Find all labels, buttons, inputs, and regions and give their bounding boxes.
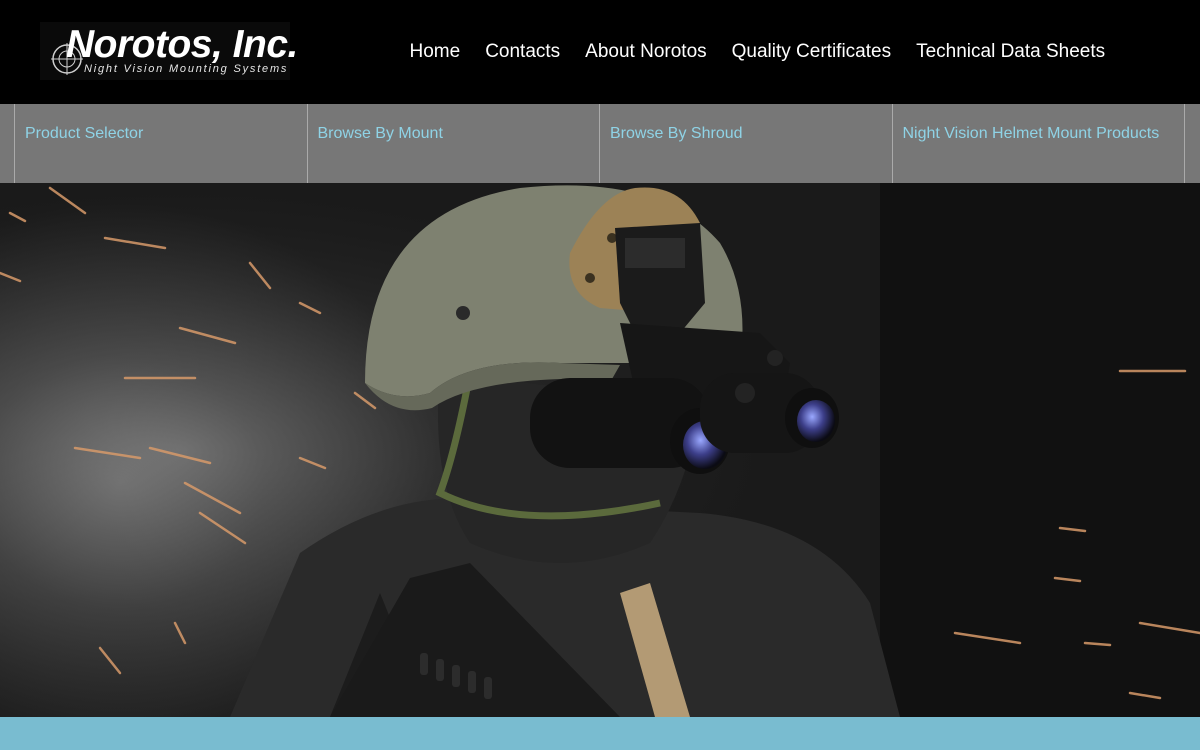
nav-quality-certificates[interactable]: Quality Certificates [719, 41, 903, 63]
category-browse-by-shroud[interactable]: Browse By Shroud [600, 104, 893, 183]
nav-home[interactable]: Home [397, 41, 473, 63]
category-helmet-mount-products[interactable]: Night Vision Helmet Mount Products [893, 104, 1185, 183]
nav-technical-data-sheets[interactable]: Technical Data Sheets [904, 41, 1118, 63]
category-product-selector[interactable]: Product Selector [15, 104, 308, 183]
category-bar-edge [1185, 104, 1200, 183]
footer-band [0, 717, 1200, 750]
category-bar-edge [0, 104, 15, 183]
brand-tagline: Night Vision Mounting Systems [84, 63, 289, 75]
hero-banner [0, 183, 1200, 717]
nav-about-norotos[interactable]: About Norotos [573, 41, 719, 63]
soldier-with-night-vision-goggles-image [0, 183, 1200, 717]
brand-name: Norotos, Inc. [66, 23, 298, 66]
norotos-logo[interactable]: Norotos, Inc. Night Vision Mounting Syst… [40, 22, 298, 80]
category-label[interactable]: Browse By Shroud [610, 124, 882, 143]
category-label[interactable]: Night Vision Helmet Mount Products [903, 124, 1175, 143]
main-navigation: Home Contacts About Norotos Quality Cert… [397, 0, 1118, 104]
site-header: Norotos, Inc. Night Vision Mounting Syst… [0, 0, 1200, 104]
nav-contacts[interactable]: Contacts [473, 41, 573, 63]
category-label[interactable]: Browse By Mount [318, 124, 590, 143]
category-browse-by-mount[interactable]: Browse By Mount [308, 104, 600, 183]
category-bar: Product Selector Browse By Mount Browse … [0, 104, 1200, 183]
category-label[interactable]: Product Selector [25, 124, 297, 143]
